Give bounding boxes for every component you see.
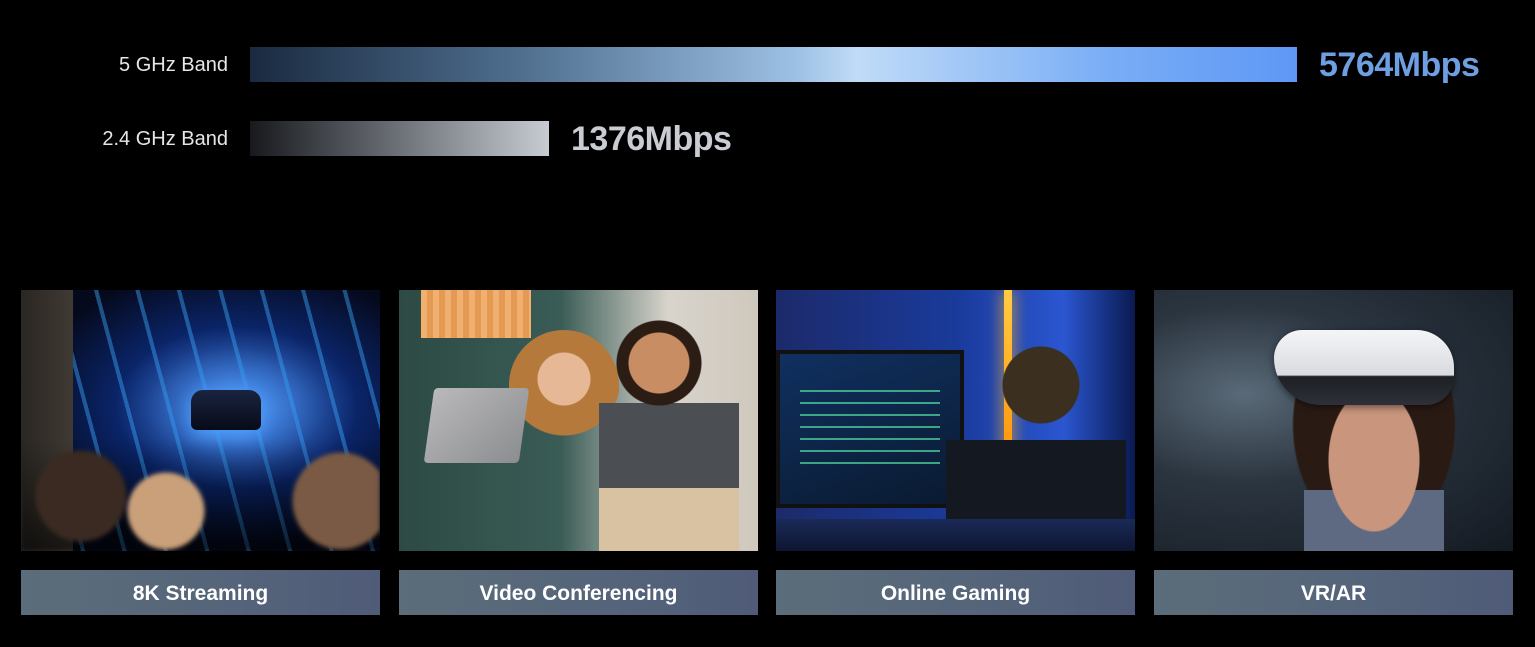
- use-case-label: Online Gaming: [776, 570, 1135, 615]
- band-24ghz-label: 2.4 GHz Band: [102, 128, 228, 150]
- streaming-photo: [21, 290, 380, 551]
- use-case-card-streaming: 8K Streaming: [21, 290, 380, 615]
- video-conferencing-photo: [399, 290, 758, 551]
- band-5ghz-bar: [250, 47, 1297, 82]
- vr-headset-photo: [1154, 290, 1513, 551]
- band-24ghz-speed: 1376Mbps: [571, 120, 732, 158]
- gaming-photo: [776, 290, 1135, 551]
- use-case-card-vr-ar: VR/AR: [1154, 290, 1513, 615]
- use-case-card-gaming: Online Gaming: [776, 290, 1135, 615]
- use-case-label: Video Conferencing: [399, 570, 758, 615]
- band-5ghz-label: 5 GHz Band: [119, 54, 228, 76]
- use-case-label: VR/AR: [1154, 570, 1513, 615]
- use-case-card-video-conferencing: Video Conferencing: [399, 290, 758, 615]
- band-5ghz-speed: 5764Mbps: [1319, 46, 1480, 84]
- use-case-label: 8K Streaming: [21, 570, 380, 615]
- band-24ghz-bar: [250, 121, 549, 156]
